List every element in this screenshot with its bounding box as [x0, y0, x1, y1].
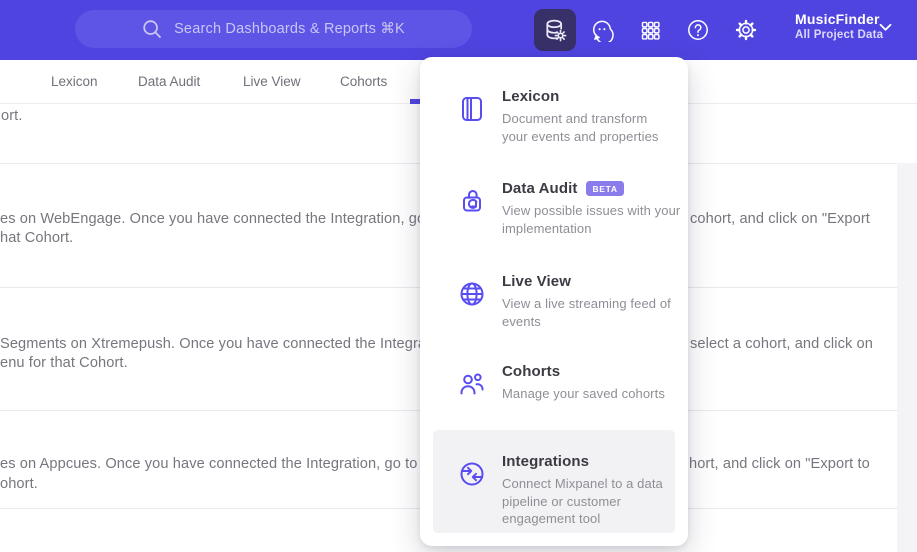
menu-item-lexicon[interactable]: Lexicon Document and transform your even…	[420, 88, 688, 145]
menu-item-title: Cohorts	[502, 363, 561, 380]
row-text-fragment: hat Cohort.	[0, 230, 74, 246]
menu-item-description: Connect Mixpanel to a data pipeline or c…	[502, 476, 663, 526]
tab-lexicon[interactable]: Lexicon	[51, 60, 98, 104]
search-icon	[143, 20, 161, 38]
apps-grid-icon	[641, 21, 660, 40]
feedback-button[interactable]	[581, 9, 623, 51]
row-text-fragment: ohort.	[0, 476, 38, 492]
tab-data-audit[interactable]: Data Audit	[138, 60, 200, 104]
tab-cohorts[interactable]: Cohorts	[340, 60, 387, 104]
globe-icon	[460, 282, 484, 306]
feedback-icon	[592, 20, 614, 42]
row-text-fragment: cohort, and click on "Export	[690, 211, 870, 227]
people-icon	[460, 373, 484, 395]
data-management-icon	[546, 19, 567, 42]
menu-item-title: Lexicon	[502, 88, 560, 105]
row-text-fragment: select a cohort, and click on	[690, 336, 873, 352]
settings-button[interactable]	[725, 9, 767, 51]
row-text-fragment: es on Appcues. Once you have connected t…	[0, 456, 459, 472]
menu-item-title: Data Audit	[502, 180, 578, 197]
menu-item-data-audit[interactable]: Data Audit BETA View possible issues wit…	[420, 180, 688, 237]
settings-icon	[735, 19, 757, 41]
row-text-fragment: hort, and click on "Export to	[689, 456, 870, 472]
tab-live-view[interactable]: Live View	[243, 60, 301, 104]
beta-badge: BETA	[586, 181, 624, 196]
book-icon	[462, 97, 482, 121]
menu-item-live-view[interactable]: Live View View a live streaming feed of …	[420, 273, 688, 330]
apps-grid-button[interactable]	[629, 9, 671, 51]
sync-arrows-icon	[460, 462, 484, 486]
row-text-fragment: ort.	[1, 108, 23, 124]
menu-item-integrations[interactable]: Integrations Connect Mixpanel to a data …	[433, 430, 675, 528]
menu-item-description: Document and transform your events and p…	[502, 111, 659, 144]
project-switcher[interactable]: MusicFinder All Project Data	[795, 11, 883, 41]
top-bar: Search Dashboards & Reports ⌘K MusicFind…	[0, 0, 917, 60]
row-text-fragment: Segments on Xtremepush. Once you have co…	[0, 336, 455, 352]
menu-item-description: Manage your saved cohorts	[502, 386, 665, 401]
project-name: MusicFinder	[795, 11, 880, 27]
data-management-dropdown: Lexicon Document and transform your even…	[420, 57, 688, 546]
help-icon	[688, 20, 708, 40]
search-placeholder: Search Dashboards & Reports ⌘K	[174, 21, 405, 37]
project-scope: All Project Data	[795, 29, 884, 41]
menu-item-description: View possible issues with your implement…	[502, 203, 681, 236]
audit-lock-icon	[463, 190, 481, 212]
menu-item-description: View a live streaming feed of events	[502, 296, 671, 329]
menu-item-cohorts[interactable]: Cohorts Manage your saved cohorts	[420, 363, 688, 403]
global-search-input[interactable]: Search Dashboards & Reports ⌘K	[75, 10, 472, 48]
row-text-fragment: enu for that Cohort.	[0, 355, 128, 371]
page-gutter	[897, 163, 917, 552]
menu-item-title: Live View	[502, 273, 571, 290]
app-window: Search Dashboards & Reports ⌘K MusicFind…	[0, 0, 917, 552]
data-management-button[interactable]	[534, 9, 576, 51]
chevron-down-icon[interactable]	[879, 23, 892, 32]
row-text-fragment: es on WebEngage. Once you have connected…	[0, 211, 467, 227]
help-button[interactable]	[677, 9, 719, 51]
menu-item-title: Integrations	[502, 453, 590, 470]
